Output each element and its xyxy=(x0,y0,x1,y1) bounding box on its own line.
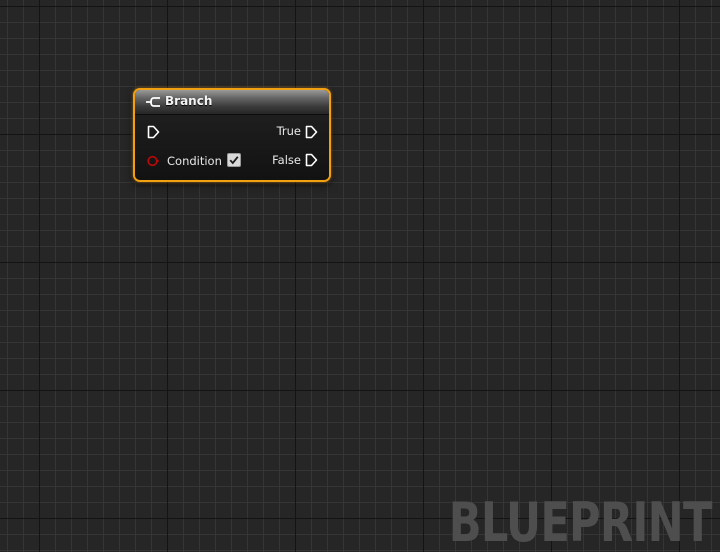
condition-bool-pin-icon[interactable] xyxy=(146,154,160,168)
node-title: Branch xyxy=(165,94,213,108)
false-exec-output-pin-icon[interactable] xyxy=(304,153,318,167)
condition-checkbox[interactable] xyxy=(227,153,241,167)
branch-icon xyxy=(146,97,160,107)
branch-node[interactable]: Branch True Condition False xyxy=(133,88,331,182)
blueprint-watermark: BLUEPRINT xyxy=(449,491,713,552)
node-header[interactable]: Branch xyxy=(135,90,329,115)
checkmark-icon xyxy=(229,156,239,165)
exec-input-pin-icon[interactable] xyxy=(146,125,160,139)
blueprint-graph-canvas[interactable]: Branch True Condition False BLUEPRINT xyxy=(0,0,720,552)
false-pin-label: False xyxy=(272,153,301,167)
condition-pin-label: Condition xyxy=(167,154,222,168)
true-pin-label: True xyxy=(276,124,301,138)
true-exec-output-pin-icon[interactable] xyxy=(304,125,318,139)
